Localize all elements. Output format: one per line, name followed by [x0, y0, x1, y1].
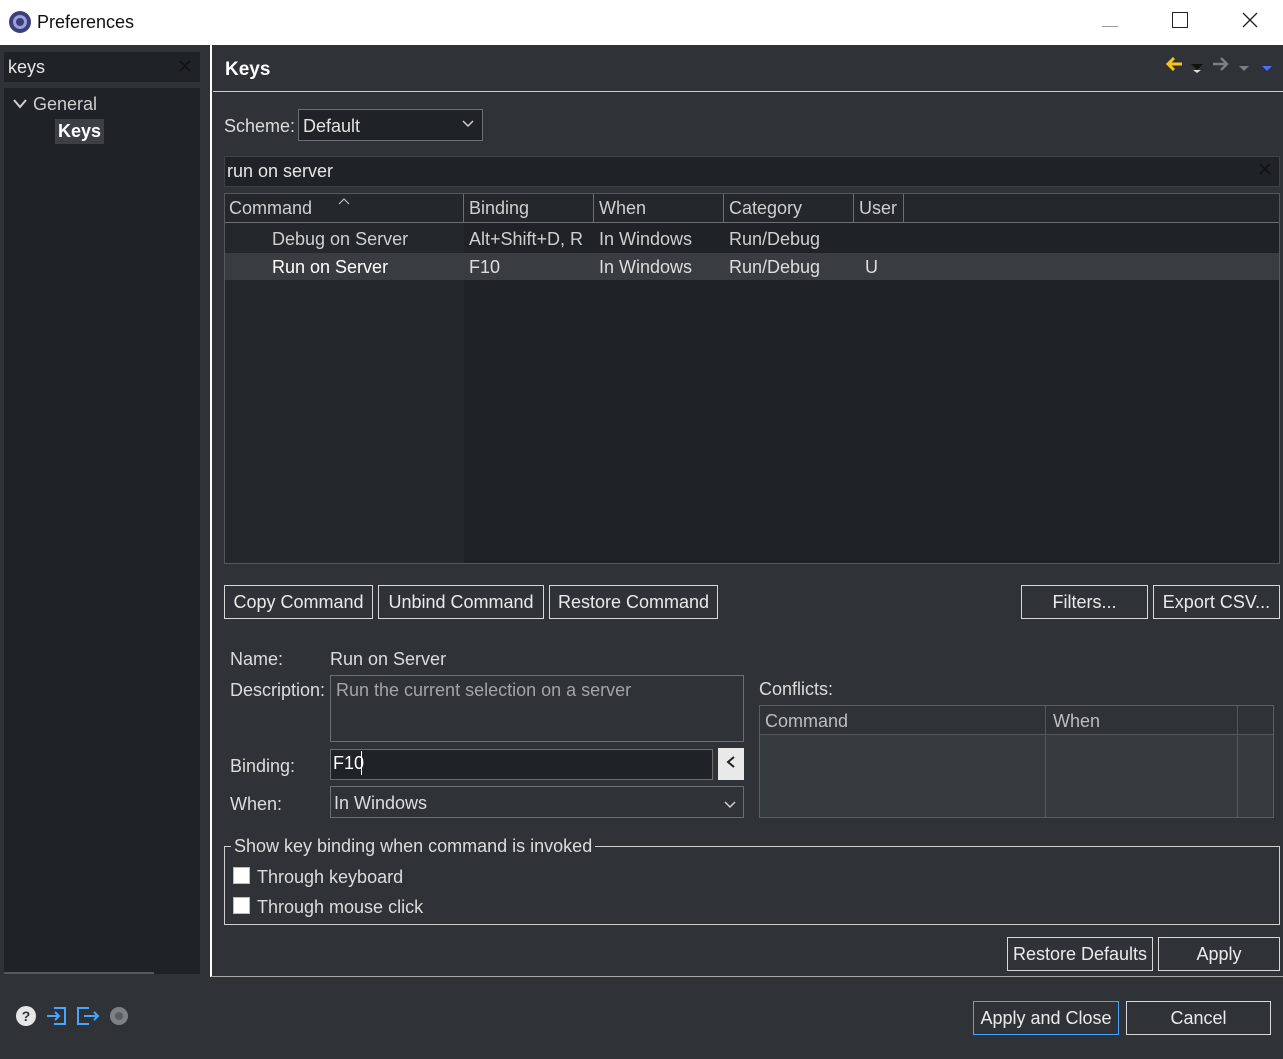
apply-button[interactable]: Apply [1158, 937, 1280, 971]
cell-category: Run/Debug [729, 229, 821, 249]
pane-divider[interactable] [210, 45, 212, 977]
svg-text:?: ? [22, 1008, 31, 1024]
table-row[interactable]: Debug on Server Alt+Shift+D, R In Window… [225, 225, 1279, 252]
help-icon[interactable]: ? [15, 1005, 37, 1027]
forward-history-dropdown-icon[interactable] [1238, 58, 1250, 79]
binding-special-keys-button[interactable] [718, 748, 744, 780]
through-keyboard-checkbox[interactable] [233, 867, 250, 884]
import-icon[interactable] [45, 1005, 67, 1027]
command-search-input[interactable] [224, 156, 1280, 187]
column-separator[interactable] [593, 194, 594, 222]
copy-command-button[interactable]: Copy Command [224, 585, 373, 619]
close-button[interactable] [1215, 0, 1283, 45]
view-menu-icon[interactable] [1261, 58, 1273, 79]
back-arrow-icon[interactable] [1164, 54, 1184, 79]
export-icon[interactable] [75, 1005, 100, 1027]
binding-label: Binding: [230, 756, 296, 776]
sort-ascending-icon [338, 190, 350, 205]
when-value: In Windows [334, 793, 428, 813]
cancel-button[interactable]: Cancel [1126, 1001, 1271, 1035]
binding-input[interactable] [330, 749, 713, 780]
binding-value: F10 [333, 753, 365, 773]
restore-command-button[interactable]: Restore Command [549, 585, 718, 619]
text-caret [361, 751, 362, 775]
search-value: run on server [227, 161, 334, 181]
chevron-down-icon[interactable] [12, 96, 28, 110]
title-divider [213, 91, 1283, 92]
preferences-tree [4, 88, 200, 974]
column-header-binding[interactable]: Binding [469, 198, 529, 222]
maximize-button[interactable] [1145, 0, 1215, 45]
cell-when: In Windows [599, 229, 693, 249]
column-separator[interactable] [723, 194, 724, 222]
column-separator[interactable] [1045, 706, 1046, 817]
conflicts-label: Conflicts: [759, 679, 834, 699]
column-separator[interactable] [463, 194, 464, 222]
through-mouse-checkbox[interactable] [233, 897, 250, 914]
filters-button[interactable]: Filters... [1021, 585, 1148, 619]
forward-arrow-icon[interactable] [1211, 54, 1231, 79]
chevron-down-icon [461, 116, 475, 130]
conflicts-column-command[interactable]: Command [765, 711, 848, 732]
restore-defaults-button[interactable]: Restore Defaults [1007, 937, 1153, 971]
table-header-divider [225, 222, 1279, 223]
page-title: Keys [225, 59, 271, 80]
window-title: Preferences [37, 12, 135, 32]
column-separator[interactable] [903, 194, 904, 222]
tree-item-keys[interactable]: Keys [55, 119, 105, 144]
column-header-when[interactable]: When [599, 198, 646, 222]
through-keyboard-label[interactable]: Through keyboard [257, 867, 403, 888]
column-header-category[interactable]: Category [729, 198, 802, 222]
through-mouse-label[interactable]: Through mouse click [257, 897, 423, 918]
name-label: Name: [230, 649, 284, 669]
record-icon[interactable] [108, 1005, 130, 1027]
table-row-selected[interactable]: Run on Server F10 In Windows Run/Debug U [225, 253, 1279, 280]
cell-binding: Alt+Shift+D, R [469, 229, 584, 249]
show-binding-legend: Show key binding when command is invoked [231, 836, 596, 857]
column-separator[interactable] [853, 194, 854, 222]
tree-scrollbar[interactable] [4, 972, 154, 974]
description-label: Description: [230, 680, 326, 700]
clear-search-icon[interactable] [1258, 161, 1272, 181]
chevron-down-icon [723, 796, 737, 809]
cell-category: Run/Debug [729, 257, 821, 277]
cell-command: Run on Server [272, 257, 389, 277]
back-history-dropdown-icon[interactable] [1190, 58, 1204, 79]
scheme-label: Scheme: [224, 116, 296, 136]
conflicts-column-when[interactable]: When [1053, 711, 1100, 732]
column-separator[interactable] [1237, 706, 1238, 817]
minimize-icon [1102, 13, 1118, 33]
tree-item-general[interactable]: General [33, 94, 97, 115]
filter-value: keys [8, 57, 46, 77]
cell-when: In Windows [599, 257, 693, 277]
column-header-user[interactable]: User [859, 198, 897, 222]
name-value: Run on Server [330, 649, 447, 669]
conflicts-header-divider [760, 734, 1273, 735]
description-value: Run the current selection on a server [336, 680, 632, 700]
export-csv-button[interactable]: Export CSV... [1153, 585, 1280, 619]
when-label: When: [230, 794, 283, 814]
apply-and-close-button[interactable]: Apply and Close [973, 1001, 1119, 1035]
cell-user: U [865, 257, 878, 277]
chevron-left-icon [725, 754, 737, 774]
unbind-command-button[interactable]: Unbind Command [378, 585, 544, 619]
cell-command: Debug on Server [272, 229, 409, 249]
app-logo-icon [8, 10, 32, 34]
cell-binding: F10 [469, 257, 501, 277]
column-header-command[interactable]: Command [229, 198, 312, 222]
clear-filter-icon[interactable] [178, 58, 192, 78]
scheme-value: Default [303, 116, 361, 136]
minimize-button[interactable] [1075, 0, 1145, 45]
maximize-icon [1172, 12, 1188, 33]
close-icon [1242, 12, 1258, 33]
